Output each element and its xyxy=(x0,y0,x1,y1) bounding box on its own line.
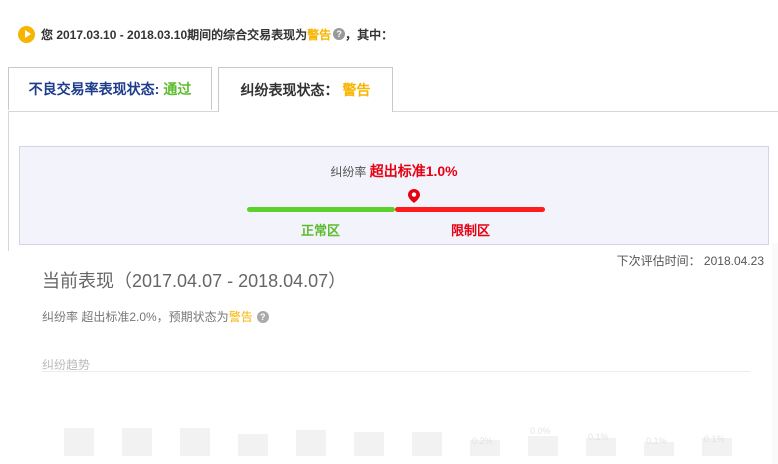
trend-value: 0.1% xyxy=(704,434,725,444)
tab-bar: 不良交易率表现状态: 通过 纠纷表现状态： 警告 xyxy=(8,67,778,112)
trend-divider xyxy=(42,371,750,372)
rate-line: 纠纷率 超出标准1.0% xyxy=(20,161,768,181)
trend-bar xyxy=(296,430,326,456)
trend-value: 0.1% xyxy=(646,436,667,446)
trend-bar xyxy=(354,432,384,456)
next-eval-date: 下次评估时间： 2018.04.23 xyxy=(616,254,764,268)
tab-label: 不良交易率表现状态: xyxy=(28,81,160,97)
tab-label: 纠纷表现状态： xyxy=(240,82,339,98)
expect-prefix: 纠纷率 超出标准2.0%，预期状态为 xyxy=(42,310,229,324)
trend-value: 0.2% xyxy=(472,436,493,446)
trend-bar xyxy=(412,432,442,456)
header-suffix: ，其中： xyxy=(345,27,394,42)
header-status: 警告 xyxy=(307,27,332,42)
trend-value: 0.1% xyxy=(588,432,609,442)
tab-dispute[interactable]: 纠纷表现状态： 警告 xyxy=(218,67,393,112)
zone-limit-label: 限制区 xyxy=(450,223,490,238)
trend-bar xyxy=(528,436,558,456)
limit-zone-bar xyxy=(395,207,545,212)
dispute-gauge: 纠纷率 超出标准1.0% 正常区 限制区 xyxy=(19,146,769,245)
rate-value: 超出标准1.0% xyxy=(369,163,458,179)
header-prefix: 您 2017.03.10 - 2018.03.10期间的综合交易表现为 xyxy=(41,27,308,42)
question-icon[interactable]: ? xyxy=(256,310,269,323)
tab-bad-transaction[interactable]: 不良交易率表现状态: 通过 xyxy=(8,67,212,110)
trend-bar xyxy=(238,434,268,456)
rate-label: 纠纷率 xyxy=(330,165,367,179)
zone-normal-label: 正常区 xyxy=(300,223,340,238)
location-pin-icon xyxy=(408,189,420,203)
current-performance-title: 当前表现（2017.04.07 - 2018.04.07） xyxy=(42,271,347,291)
play-icon xyxy=(18,25,35,43)
expected-status: 纠纷率 超出标准2.0%，预期状态为 警告 ? xyxy=(42,308,269,325)
expect-status: 警告 xyxy=(228,310,253,324)
trend-bar xyxy=(122,428,152,456)
trend-value: 0.0% xyxy=(530,426,551,436)
tab-value: 通过 xyxy=(163,81,192,97)
trend-bar xyxy=(180,428,210,456)
tab-value: 警告 xyxy=(342,82,371,98)
trend-chart-faded: 0.2% 0.0% 0.1% 0.1% 0.1% xyxy=(64,416,754,456)
scroll-edge xyxy=(772,243,778,464)
trend-bar xyxy=(64,428,94,456)
question-icon[interactable]: ? xyxy=(333,28,346,40)
normal-zone-bar xyxy=(247,207,395,212)
header-summary: 您 2017.03.10 - 2018.03.10期间的综合交易表现为 警告 ?… xyxy=(18,24,393,44)
